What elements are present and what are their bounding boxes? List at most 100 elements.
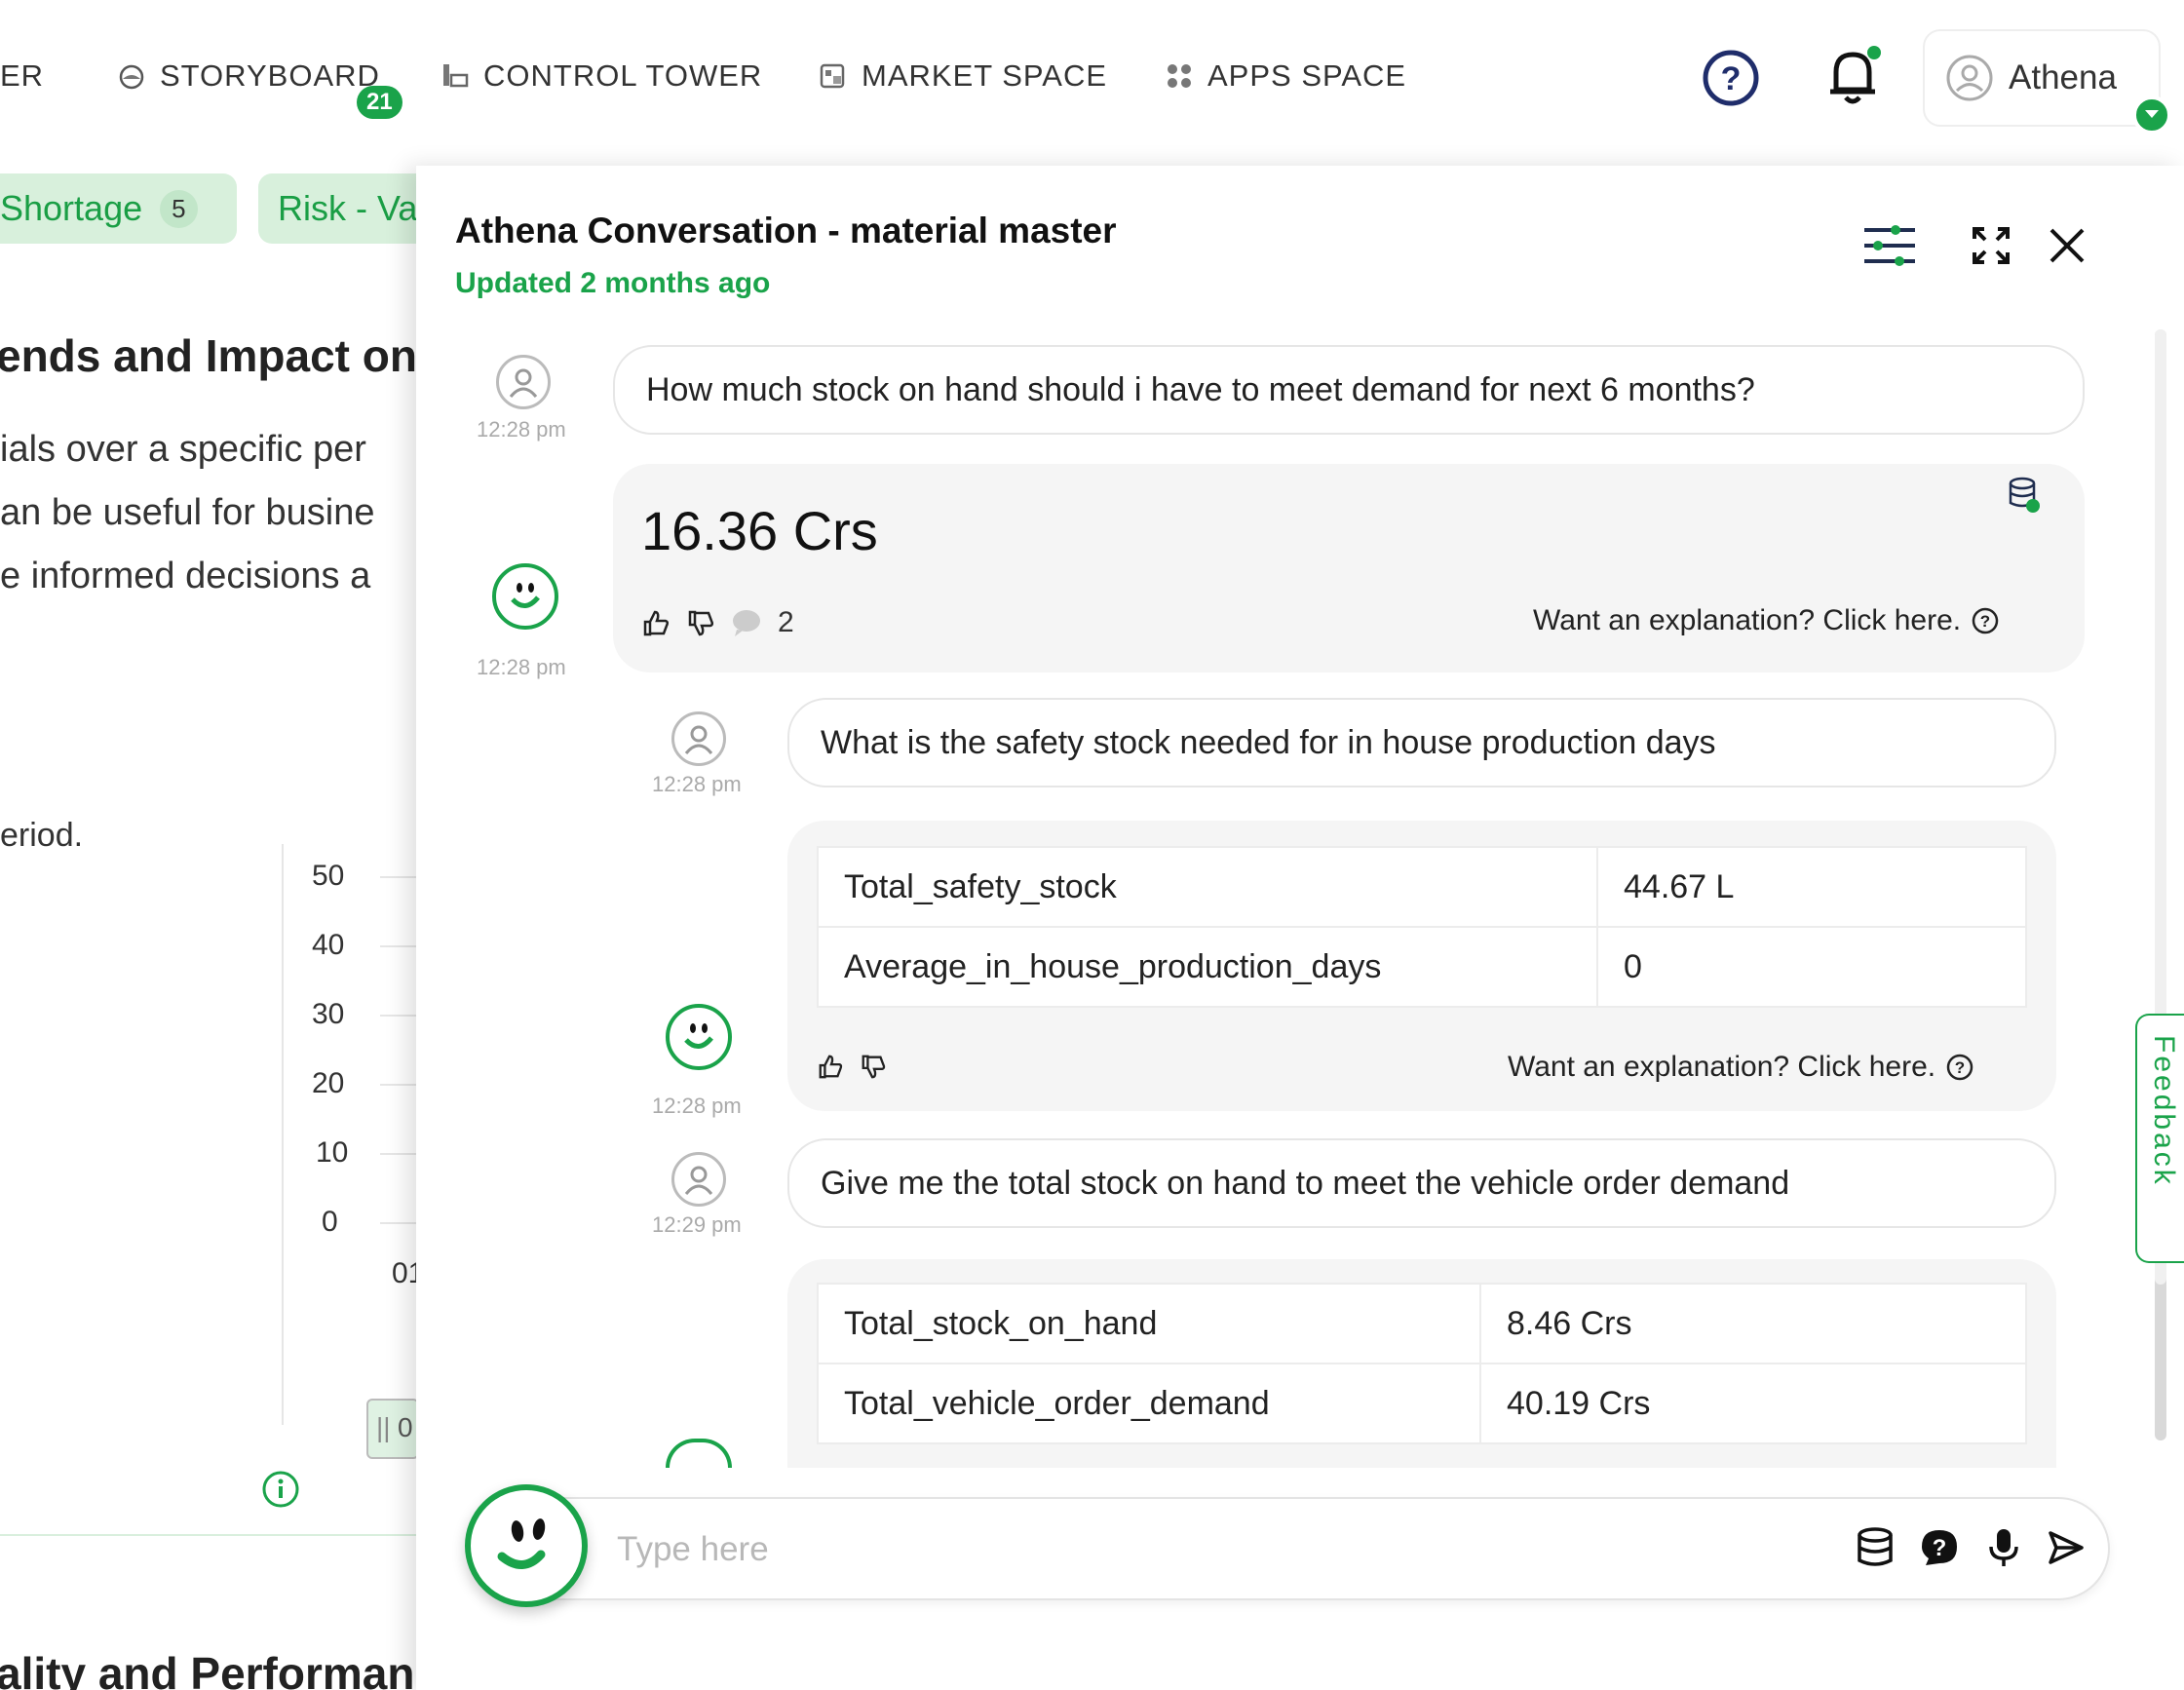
chat-input[interactable] bbox=[617, 1522, 1738, 1577]
table-cell-value: 40.19 Crs bbox=[1479, 1363, 2027, 1444]
athena-bot-button[interactable] bbox=[465, 1484, 588, 1607]
storyboard-icon bbox=[119, 64, 144, 90]
user-avatar bbox=[496, 355, 551, 409]
database-icon[interactable] bbox=[2007, 476, 2042, 515]
user-icon bbox=[684, 1166, 713, 1195]
voice-input-button[interactable] bbox=[1982, 1526, 2025, 1569]
grid-line bbox=[380, 1084, 419, 1086]
thumbs-up-icon[interactable] bbox=[641, 608, 671, 637]
explain-link[interactable]: Want an explanation? Click here. ? bbox=[1508, 1051, 1974, 1084]
grid-line bbox=[380, 1015, 419, 1017]
table-cell-key: Total_safety_stock bbox=[817, 846, 1598, 928]
chart-axis bbox=[282, 844, 284, 1425]
bot-avatar bbox=[666, 1004, 732, 1070]
user-menu-chevron[interactable] bbox=[2132, 96, 2171, 134]
nav-item-market-space[interactable]: MARKET SPACE bbox=[819, 57, 1107, 96]
feedback-row bbox=[817, 1053, 887, 1080]
database-icon bbox=[1858, 1527, 1893, 1566]
message-time: 12:28 pm bbox=[652, 772, 742, 796]
chip-label: Risk - Va bbox=[278, 188, 418, 228]
close-icon bbox=[2050, 228, 2085, 263]
description-line: an be useful for busine bbox=[0, 492, 375, 533]
svg-text:?: ? bbox=[1933, 1535, 1947, 1561]
database-button[interactable] bbox=[1854, 1526, 1897, 1569]
send-button[interactable] bbox=[2045, 1526, 2088, 1569]
nav-item-partial[interactable]: ER bbox=[0, 57, 44, 96]
chat-title: Athena Conversation - material master bbox=[455, 211, 1117, 250]
message-time: 12:28 pm bbox=[477, 417, 566, 442]
grid-line bbox=[380, 1153, 419, 1155]
nav-item-control-tower[interactable]: CONTROL TOWER bbox=[441, 57, 762, 96]
nav-item-label: MARKET SPACE bbox=[862, 58, 1108, 93]
description-line: e informed decisions a bbox=[0, 556, 371, 596]
message-time: 12:28 pm bbox=[652, 1094, 742, 1118]
feedback-label: Feedback bbox=[2148, 1035, 2180, 1187]
divider bbox=[0, 1534, 416, 1536]
question-circle-icon: ? bbox=[1972, 607, 1999, 634]
apps-grid-icon bbox=[1168, 64, 1191, 88]
feedback-row: 2 bbox=[641, 606, 794, 639]
period-text: eriod. bbox=[0, 817, 84, 854]
message-time: 12:29 pm bbox=[652, 1212, 742, 1237]
y-tick: 50 bbox=[312, 860, 345, 892]
microphone-icon bbox=[1989, 1529, 2018, 1566]
answer-value: 16.36 Crs bbox=[641, 500, 878, 561]
nav-item-storyboard[interactable]: STORYBOARD bbox=[117, 57, 380, 96]
feedback-tab[interactable]: Feedback bbox=[2135, 1014, 2184, 1263]
range-slider-handle[interactable]: || 0 bbox=[366, 1399, 419, 1459]
help-query-button[interactable]: ? bbox=[1918, 1526, 1961, 1569]
bot-face-icon bbox=[684, 1023, 713, 1049]
grid-line bbox=[380, 945, 419, 947]
chat-panel: Athena Conversation - material master Up… bbox=[416, 166, 2184, 1690]
filter-chip-shortage[interactable]: Shortage 5 bbox=[0, 173, 237, 244]
table-row: Total_vehicle_order_demand 40.19 Crs bbox=[817, 1363, 2027, 1444]
chip-count: 5 bbox=[160, 189, 198, 228]
user-avatar bbox=[671, 711, 726, 766]
svg-text:?: ? bbox=[1955, 1058, 1965, 1077]
settings-button[interactable] bbox=[1858, 214, 1921, 277]
table-cell-key: Average_in_house_production_days bbox=[817, 926, 1598, 1008]
table-cell-value: 0 bbox=[1596, 926, 2027, 1008]
bot-avatar-partial bbox=[666, 1439, 732, 1468]
question-bubble: How much stock on hand should i have to … bbox=[613, 345, 2085, 435]
explain-text: Want an explanation? Click here. bbox=[1508, 1051, 1936, 1083]
description-line: ials over a specific per bbox=[0, 429, 366, 470]
send-icon bbox=[2049, 1531, 2084, 1564]
nav-item-label: STORYBOARD bbox=[160, 58, 380, 93]
notification-bell-icon[interactable] bbox=[1824, 43, 1885, 107]
thumbs-down-icon[interactable] bbox=[860, 1053, 887, 1080]
expand-button[interactable] bbox=[1960, 214, 2022, 277]
nav-item-apps-space[interactable]: APPS SPACE bbox=[1165, 57, 1406, 96]
explain-link[interactable]: Want an explanation? Click here. ? bbox=[1533, 604, 2000, 637]
table-row: Average_in_house_production_days 0 bbox=[817, 926, 2027, 1008]
svg-text:?: ? bbox=[1980, 612, 1990, 631]
question-bubble-icon: ? bbox=[1922, 1530, 1957, 1565]
nav-item-label: CONTROL TOWER bbox=[483, 58, 763, 93]
chat-updated: Updated 2 months ago bbox=[455, 267, 771, 299]
slider-grip-icon: || bbox=[376, 1412, 391, 1442]
control-tower-icon bbox=[443, 64, 469, 88]
table-cell-value: 8.46 Crs bbox=[1479, 1283, 2027, 1364]
comment-icon[interactable] bbox=[731, 608, 762, 637]
user-name: Athena bbox=[2009, 58, 2117, 96]
comment-count: 2 bbox=[778, 606, 794, 638]
table-cell-key: Total_stock_on_hand bbox=[817, 1283, 1481, 1364]
thumbs-up-icon[interactable] bbox=[817, 1053, 844, 1080]
thumbs-down-icon[interactable] bbox=[686, 608, 715, 637]
answer-card: Total_stock_on_hand 8.46 Crs Total_vehic… bbox=[787, 1259, 2056, 1468]
y-tick: 10 bbox=[316, 1136, 349, 1169]
chat-scrollbar[interactable] bbox=[2155, 329, 2166, 1440]
info-icon[interactable] bbox=[261, 1470, 300, 1509]
question-bubble: Give me the total stock on hand to meet … bbox=[787, 1138, 2056, 1228]
message-time: 12:28 pm bbox=[477, 655, 566, 679]
top-navigation: ER STORYBOARD 21 CONTROL TOWER MARKET SP… bbox=[0, 0, 2184, 156]
expand-icon bbox=[1973, 227, 2010, 264]
chevron-down-icon bbox=[2145, 110, 2159, 118]
close-button[interactable] bbox=[2036, 214, 2098, 277]
result-table: Total_safety_stock 44.67 L Average_in_ho… bbox=[817, 846, 2027, 1008]
sliders-icon bbox=[1864, 225, 1915, 266]
user-menu[interactable]: Athena bbox=[1923, 29, 2161, 127]
user-icon bbox=[684, 725, 713, 754]
nav-item-label: ER bbox=[0, 58, 45, 93]
help-icon[interactable]: ? bbox=[1702, 49, 1760, 107]
